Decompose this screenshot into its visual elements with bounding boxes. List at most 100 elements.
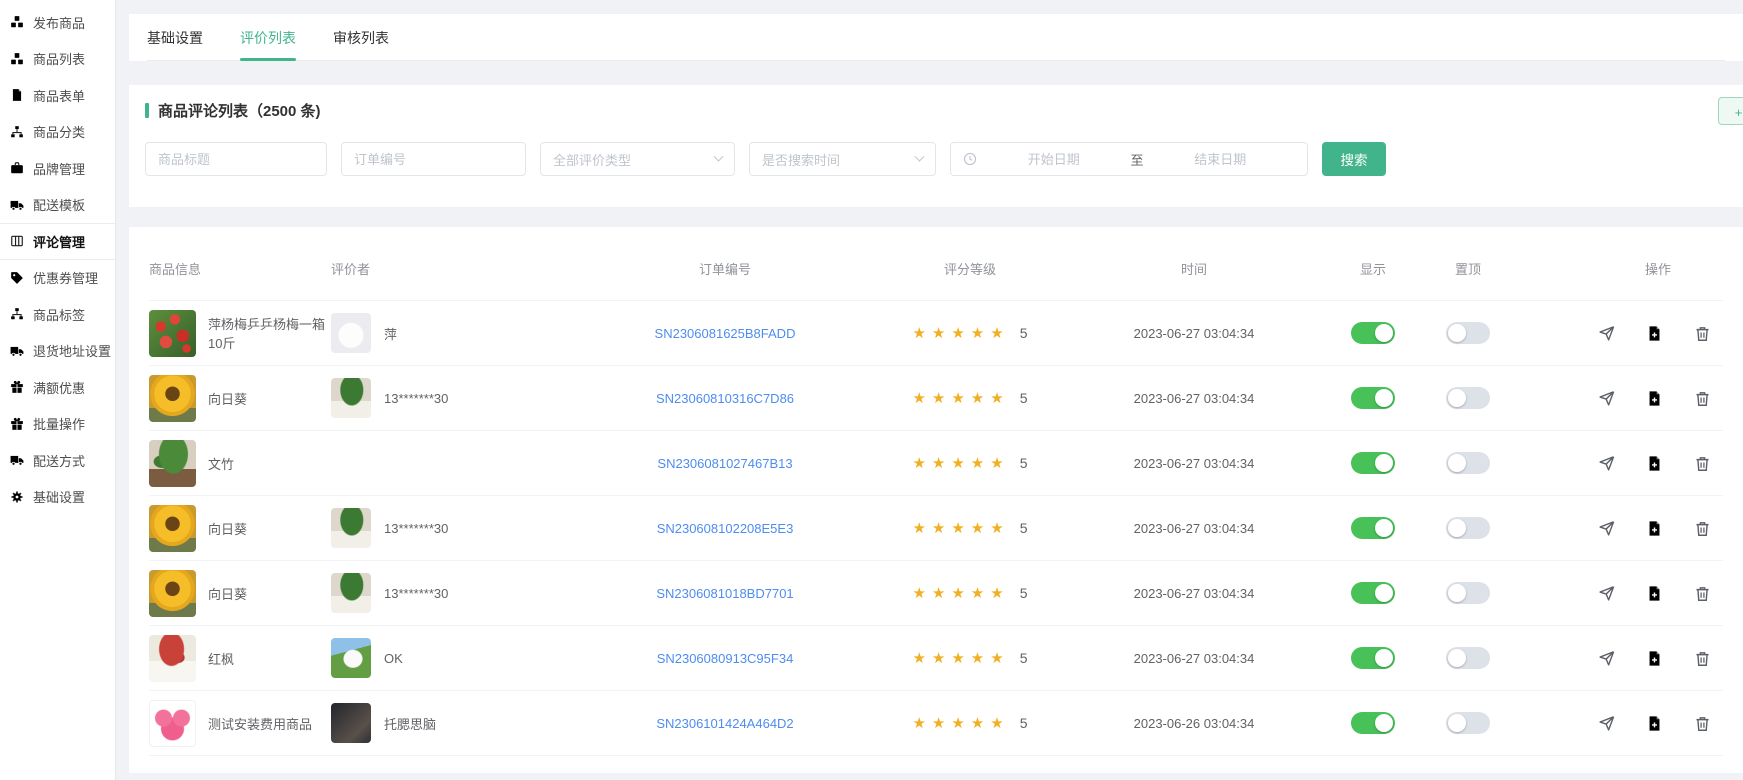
order-cell: SN2306080913C95F34: [579, 651, 871, 666]
chevron-down-icon: [714, 151, 724, 161]
show-cell: [1319, 387, 1427, 409]
delete-icon[interactable]: [1694, 650, 1711, 667]
send-icon[interactable]: [1598, 715, 1615, 732]
delete-icon[interactable]: [1694, 455, 1711, 472]
rating-type-select[interactable]: 全部评价类型: [540, 142, 735, 176]
sidebar-item[interactable]: 退货地址设置: [0, 333, 115, 370]
show-toggle[interactable]: [1351, 387, 1395, 409]
order-cell: SN2306101424A464D2: [579, 716, 871, 731]
delete-icon[interactable]: [1694, 585, 1711, 602]
delete-icon[interactable]: [1694, 325, 1711, 342]
order-number-link[interactable]: SN2306081018BD7701: [656, 586, 793, 601]
actions-cell: [1509, 455, 1723, 472]
sidebar-item[interactable]: 配送方式: [0, 442, 115, 479]
sidebar-item[interactable]: 批量操作: [0, 406, 115, 443]
sidebar-item[interactable]: 配送模板: [0, 187, 115, 224]
order-number-link[interactable]: SN23060810316C7D86: [656, 391, 794, 406]
sidebar-item[interactable]: 品牌管理: [0, 150, 115, 187]
columns-icon: [10, 234, 24, 248]
date-range-picker[interactable]: 至: [950, 142, 1308, 176]
show-toggle[interactable]: [1351, 452, 1395, 474]
tab[interactable]: 评价列表: [240, 14, 296, 60]
time-search-select[interactable]: 是否搜索时间: [749, 142, 936, 176]
sidebar-item[interactable]: 商品分类: [0, 114, 115, 151]
sidebar-item[interactable]: 基础设置: [0, 479, 115, 516]
file-add-icon[interactable]: [1646, 390, 1663, 407]
pin-toggle[interactable]: [1446, 387, 1490, 409]
sidebar-item[interactable]: 商品标签: [0, 296, 115, 333]
sidebar-item[interactable]: 评论管理: [0, 223, 115, 260]
pin-toggle[interactable]: [1446, 582, 1490, 604]
product-name: 向日葵: [208, 584, 247, 603]
order-number-link[interactable]: SN2306081625B8FADD: [655, 326, 796, 341]
show-toggle[interactable]: [1351, 517, 1395, 539]
pin-toggle[interactable]: [1446, 517, 1490, 539]
toggle-knob: [1375, 714, 1393, 732]
briefcase-icon: [10, 161, 24, 175]
delete-icon[interactable]: [1694, 715, 1711, 732]
send-icon[interactable]: [1598, 520, 1615, 537]
table-row: 向日葵 13*******30 SN230608102208E5E3 ★★★★★…: [149, 496, 1723, 561]
star-rating: ★★★★★: [912, 324, 1009, 342]
sidebar-item-label: 品牌管理: [33, 159, 85, 178]
toggle-knob: [1375, 584, 1393, 602]
product-title-input[interactable]: [145, 142, 327, 176]
order-cell: SN230608102208E5E3: [579, 521, 871, 536]
show-toggle[interactable]: [1351, 712, 1395, 734]
file-add-icon[interactable]: [1646, 520, 1663, 537]
column-header: 时间: [1069, 259, 1319, 278]
reviewer-cell: 萍: [331, 313, 579, 353]
sidebar: 发布商品商品列表商品表单商品分类品牌管理配送模板评论管理优惠券管理商品标签退货地…: [0, 0, 116, 780]
sidebar-item-label: 配送方式: [33, 451, 85, 470]
toggle-knob: [1375, 324, 1393, 342]
product-image: [149, 700, 196, 747]
pin-toggle[interactable]: [1446, 322, 1490, 344]
delete-icon[interactable]: [1694, 390, 1711, 407]
tab[interactable]: 基础设置: [147, 14, 203, 60]
file-add-icon[interactable]: [1646, 325, 1663, 342]
pin-toggle[interactable]: [1446, 712, 1490, 734]
sidebar-item[interactable]: 优惠券管理: [0, 260, 115, 297]
order-number-link[interactable]: SN2306081027467B13: [657, 456, 792, 471]
send-icon[interactable]: [1598, 585, 1615, 602]
file-add-icon[interactable]: [1646, 715, 1663, 732]
send-icon[interactable]: [1598, 390, 1615, 407]
product-image: [149, 310, 196, 357]
sidebar-item[interactable]: 商品列表: [0, 41, 115, 78]
pin-toggle[interactable]: [1446, 647, 1490, 669]
add-button[interactable]: + 新增: [1718, 97, 1743, 125]
reviewer-name: 13*******30: [384, 586, 448, 601]
start-date-input[interactable]: [979, 152, 1129, 167]
show-toggle[interactable]: [1351, 582, 1395, 604]
tab[interactable]: 审核列表: [333, 14, 389, 60]
product-cell: 测试安装费用商品: [149, 700, 331, 747]
sidebar-item[interactable]: 发布商品: [0, 4, 115, 41]
order-number-link[interactable]: SN230608102208E5E3: [657, 521, 794, 536]
show-toggle[interactable]: [1351, 322, 1395, 344]
end-date-input[interactable]: [1146, 152, 1296, 167]
sidebar-item[interactable]: 商品表单: [0, 77, 115, 114]
product-image: [149, 440, 196, 487]
rating-cell: ★★★★★ 5: [871, 324, 1069, 342]
show-toggle[interactable]: [1351, 647, 1395, 669]
reviewer-name: OK: [384, 651, 403, 666]
file-add-icon[interactable]: [1646, 650, 1663, 667]
file-add-icon[interactable]: [1646, 585, 1663, 602]
file-add-icon[interactable]: [1646, 455, 1663, 472]
clock-icon: [963, 152, 977, 166]
send-icon[interactable]: [1598, 650, 1615, 667]
search-button[interactable]: 搜索: [1322, 142, 1386, 176]
delete-icon[interactable]: [1694, 520, 1711, 537]
time-cell: 2023-06-27 03:04:34: [1069, 586, 1319, 601]
rating-type-value: 全部评价类型: [553, 150, 631, 169]
sidebar-item-label: 发布商品: [33, 13, 85, 32]
send-icon[interactable]: [1598, 325, 1615, 342]
order-number-link[interactable]: SN2306080913C95F34: [657, 651, 794, 666]
time-cell: 2023-06-27 03:04:34: [1069, 456, 1319, 471]
pin-toggle[interactable]: [1446, 452, 1490, 474]
order-number-link[interactable]: SN2306101424A464D2: [656, 716, 793, 731]
order-no-input[interactable]: [341, 142, 526, 176]
toggle-knob: [1448, 714, 1466, 732]
send-icon[interactable]: [1598, 455, 1615, 472]
sidebar-item[interactable]: 满额优惠: [0, 369, 115, 406]
